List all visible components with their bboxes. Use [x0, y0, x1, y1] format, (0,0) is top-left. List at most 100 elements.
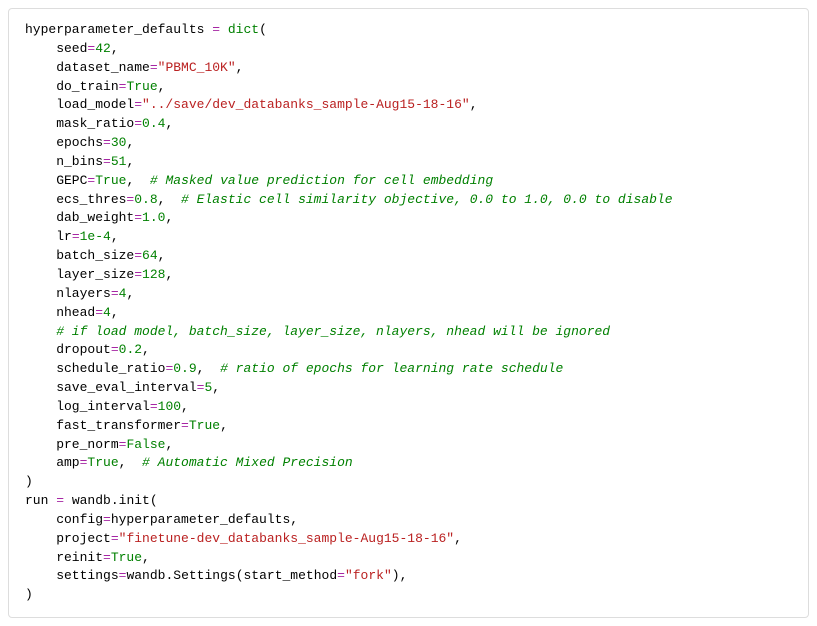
code-block: hyperparameter_defaults = dict( seed=42,… [8, 8, 809, 618]
code-text: dab_weight [25, 210, 134, 225]
code-text: dropout [25, 342, 111, 357]
code-text: = [134, 248, 142, 263]
code-text: , [158, 192, 181, 207]
code-text: , [111, 41, 119, 56]
code-text: = [111, 531, 119, 546]
code-text: , [142, 342, 150, 357]
code-text: , [165, 116, 173, 131]
code-text: False [126, 437, 165, 452]
code-text: , [454, 531, 462, 546]
code-text: , [181, 399, 189, 414]
code-text: 1.0 [142, 210, 165, 225]
code-text: project [25, 531, 111, 546]
code-text: layer_size [25, 267, 134, 282]
code-text: lr [25, 229, 72, 244]
code-text: seed [25, 41, 87, 56]
code-text: = [134, 267, 142, 282]
code-text: True [95, 173, 126, 188]
code-text: wandb [126, 568, 165, 583]
code-text: schedule_ratio [25, 361, 165, 376]
code-text: reinit [25, 550, 103, 565]
code-text: True [111, 550, 142, 565]
code-text: amp [25, 455, 80, 470]
code-text: nlayers [25, 286, 111, 301]
code-text: save_eval_interval [25, 380, 197, 395]
code-text: start_method [244, 568, 338, 583]
code-text: 0.2 [119, 342, 142, 357]
code-comment: # Elastic cell similarity objective, 0.0… [181, 192, 672, 207]
code-text: ) [25, 474, 33, 489]
code-text: hyperparameter_defaults [25, 22, 204, 37]
code-text: = [95, 305, 103, 320]
code-text: batch_size [25, 248, 134, 263]
code-text: , [220, 418, 228, 433]
code-text: , [236, 60, 244, 75]
code-text: = [103, 550, 111, 565]
code-text: log_interval [25, 399, 150, 414]
code-text: , [400, 568, 408, 583]
code-text: , [212, 380, 220, 395]
code-text: = [134, 97, 142, 112]
code-text: pre_norm [25, 437, 119, 452]
code-text: 30 [111, 135, 127, 150]
code-text: 1e-4 [80, 229, 111, 244]
code-text: ( [259, 22, 267, 37]
code-text: 64 [142, 248, 158, 263]
code-text: ) [25, 587, 33, 602]
code-comment: # if load model, batch_size, layer_size,… [25, 324, 610, 339]
code-text: 0.9 [173, 361, 196, 376]
code-text: = [181, 418, 189, 433]
code-text: = [150, 399, 158, 414]
code-text: 128 [142, 267, 165, 282]
code-text: , [119, 455, 142, 470]
code-text: , [165, 437, 173, 452]
code-text: "PBMC_10K" [158, 60, 236, 75]
code-text: True [87, 455, 118, 470]
code-text: , [165, 210, 173, 225]
code-text: load_model [25, 97, 134, 112]
code-text: , [470, 97, 478, 112]
code-text: dataset_name [25, 60, 150, 75]
code-text: hyperparameter_defaults [111, 512, 290, 527]
code-text: = [204, 22, 227, 37]
code-text: settings [25, 568, 119, 583]
code-text: = [48, 493, 71, 508]
code-text: 0.4 [142, 116, 165, 131]
code-text: do_train [25, 79, 119, 94]
code-text: GEPC [25, 173, 87, 188]
code-text: config [25, 512, 103, 527]
code-text: run [25, 493, 48, 508]
code-text: = [103, 512, 111, 527]
code-text: = [111, 342, 119, 357]
code-text: ) [392, 568, 400, 583]
code-text: = [72, 229, 80, 244]
code-text: 51 [111, 154, 127, 169]
code-text: True [189, 418, 220, 433]
code-text: 0.8 [134, 192, 157, 207]
code-text: ( [150, 493, 158, 508]
code-text: , [111, 229, 119, 244]
code-text: wandb [72, 493, 111, 508]
code-text: = [150, 60, 158, 75]
code-text: 100 [158, 399, 181, 414]
code-text: , [142, 550, 150, 565]
code-text: True [126, 79, 157, 94]
code-text: = [337, 568, 345, 583]
code-text: , [158, 248, 166, 263]
code-text: 4 [103, 305, 111, 320]
code-text: dict [228, 22, 259, 37]
code-text: , [126, 286, 134, 301]
code-comment: # Automatic Mixed Precision [142, 455, 353, 470]
code-text: , [290, 512, 298, 527]
code-text: , [165, 267, 173, 282]
code-text: , [126, 135, 134, 150]
code-text: , [197, 361, 220, 376]
code-text: "finetune-dev_databanks_sample-Aug15-18-… [119, 531, 454, 546]
code-comment: # Masked value prediction for cell embed… [150, 173, 493, 188]
code-text: , [158, 79, 166, 94]
code-text: n_bins [25, 154, 103, 169]
code-text: = [103, 135, 111, 150]
code-text: epochs [25, 135, 103, 150]
code-text: nhead [25, 305, 95, 320]
code-text: = [111, 286, 119, 301]
